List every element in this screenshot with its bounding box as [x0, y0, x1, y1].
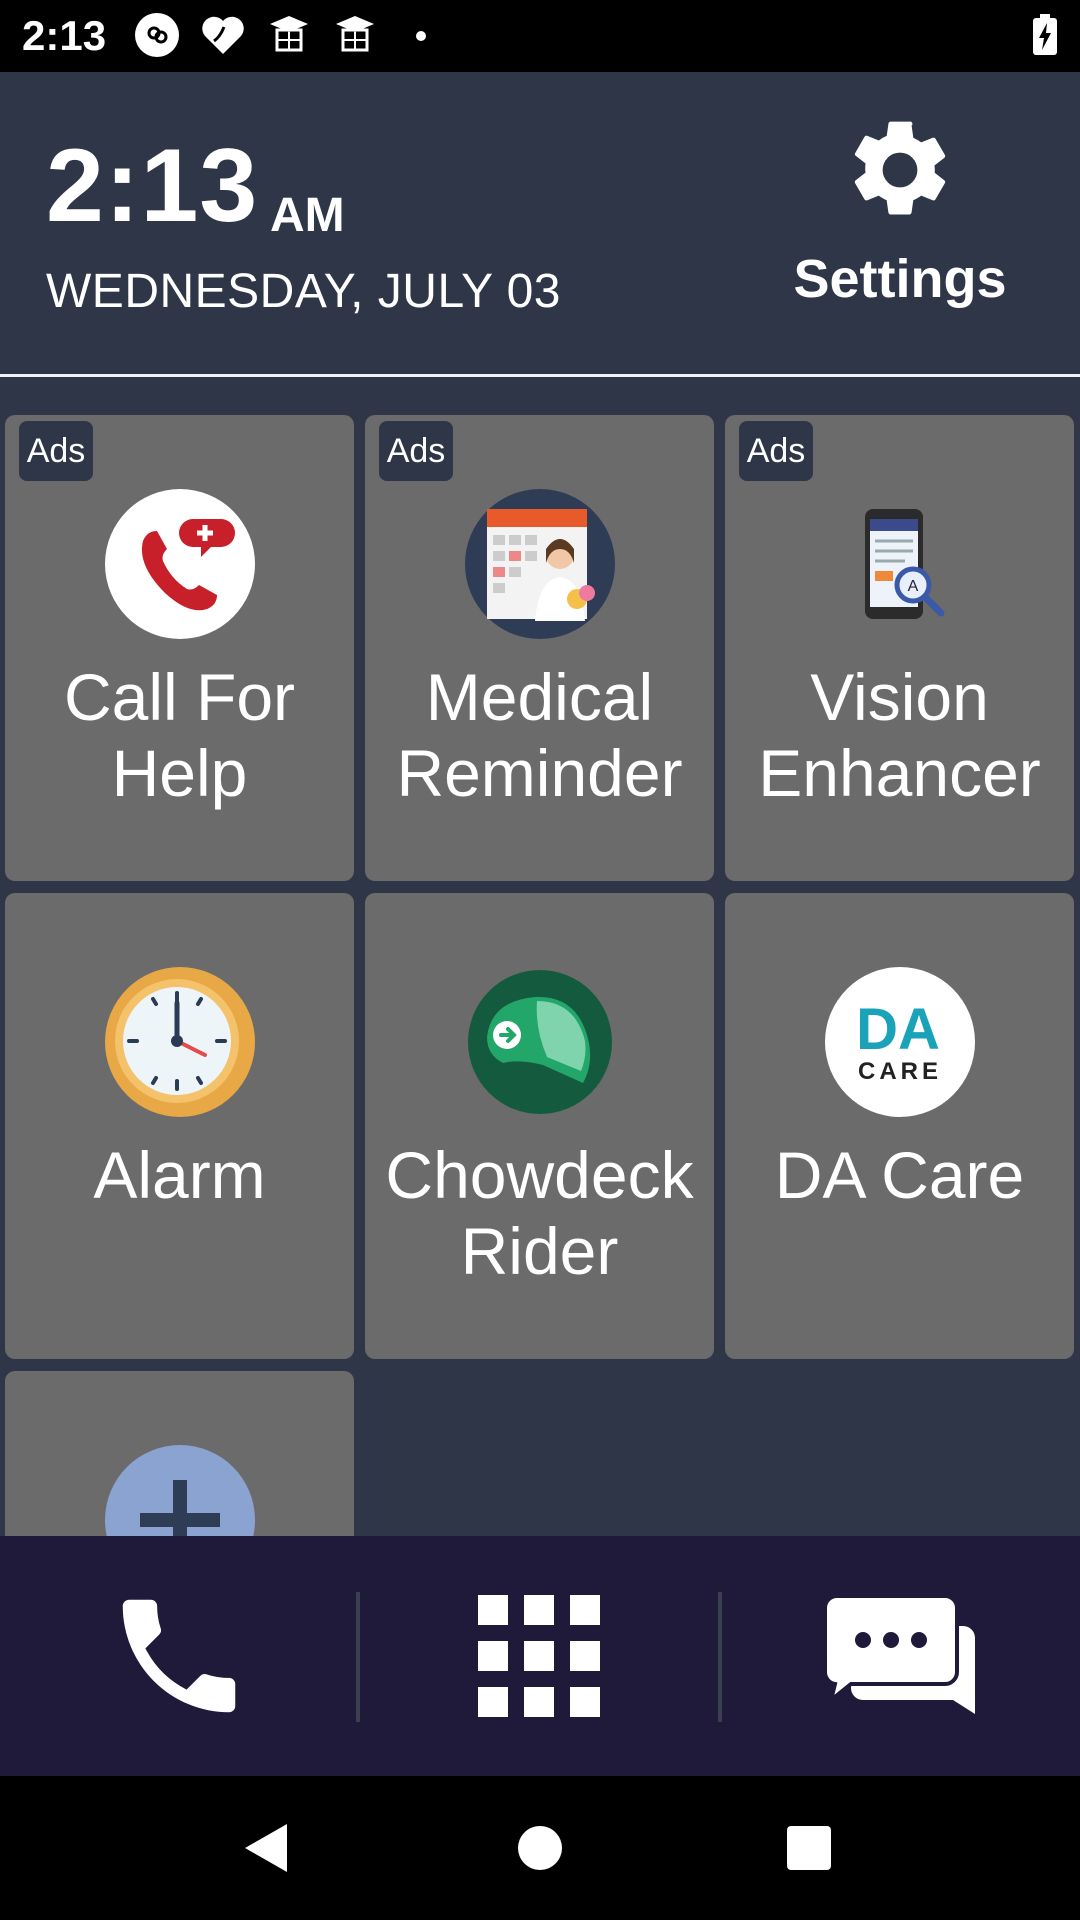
tile-label: Medical Reminder [396, 660, 683, 810]
bubble-app-icon [135, 13, 179, 57]
da-care-logo-text: DA [856, 997, 940, 1062]
tile-add-app[interactable] [5, 1371, 354, 1536]
alarm-clock-icon [105, 967, 255, 1117]
phone-icon [122, 1599, 236, 1713]
graduation-cap-icon [336, 16, 374, 52]
clock-ampm: AM [270, 189, 345, 242]
ads-badge: Ads [19, 421, 93, 481]
home-icon [518, 1826, 562, 1870]
recents-button[interactable] [749, 1776, 869, 1920]
tile-label: Alarm [93, 1138, 266, 1212]
battery-charging-icon [1033, 14, 1057, 55]
app-grid-icon [478, 1595, 600, 1717]
dot-icon [416, 31, 426, 41]
back-button[interactable] [206, 1776, 326, 1920]
tile-label: Chowdeck Rider [385, 1138, 694, 1288]
app-drawer-button[interactable] [360, 1536, 718, 1776]
ads-badge: Ads [379, 421, 453, 481]
tile-label: Vision Enhancer [758, 660, 1041, 810]
graduation-cap-icon [270, 16, 308, 52]
system-navigation-bar [0, 1776, 1080, 1920]
clock-date: WEDNESDAY, JULY 03 [46, 265, 561, 318]
app-grid: Ads Call For Help Ads Medical Reminder A… [0, 378, 1080, 1536]
tile-call-for-help[interactable]: Ads Call For Help [5, 415, 354, 881]
tile-medical-reminder[interactable]: Ads Medical Reminder [365, 415, 714, 881]
ads-badge: Ads [739, 421, 813, 481]
recents-icon [787, 1826, 831, 1870]
header-divider [0, 374, 1080, 377]
tile-label: DA Care [774, 1138, 1025, 1212]
da-care-icon: DA CARE [825, 967, 975, 1117]
tile-alarm[interactable]: Alarm [5, 893, 354, 1359]
back-icon [245, 1824, 287, 1872]
messages-button[interactable] [722, 1536, 1080, 1776]
home-button[interactable] [480, 1776, 600, 1920]
heart-app-icon [202, 16, 244, 54]
tile-vision-enhancer[interactable]: Ads A Vision Enhancer [725, 415, 1074, 881]
tile-da-care[interactable]: DA CARE DA Care [725, 893, 1074, 1359]
status-time: 2:13 [22, 12, 107, 59]
settings-label: Settings [793, 249, 1007, 309]
bottom-action-bar [0, 1536, 1080, 1776]
header: 2:13 AM WEDNESDAY, JULY 03 Settings [0, 72, 1080, 376]
add-icon [105, 1445, 255, 1536]
medical-reminder-icon [465, 489, 615, 639]
da-care-logo-subtext: CARE [858, 1058, 942, 1085]
settings-button[interactable]: Settings [780, 112, 1020, 352]
tile-label: Call For Help [63, 660, 296, 810]
call-for-help-icon [105, 489, 255, 639]
tile-chowdeck-rider[interactable]: Chowdeck Rider [365, 893, 714, 1359]
chowdeck-helmet-icon [468, 970, 612, 1114]
messages-icon [823, 1594, 975, 1714]
gear-icon [854, 121, 946, 215]
svg-text:A: A [908, 578, 919, 595]
clock-time: 2:13 [46, 128, 259, 244]
status-bar: 2:13 [0, 0, 1080, 72]
phone-button[interactable] [0, 1536, 358, 1776]
vision-enhancer-icon: A [865, 509, 945, 619]
